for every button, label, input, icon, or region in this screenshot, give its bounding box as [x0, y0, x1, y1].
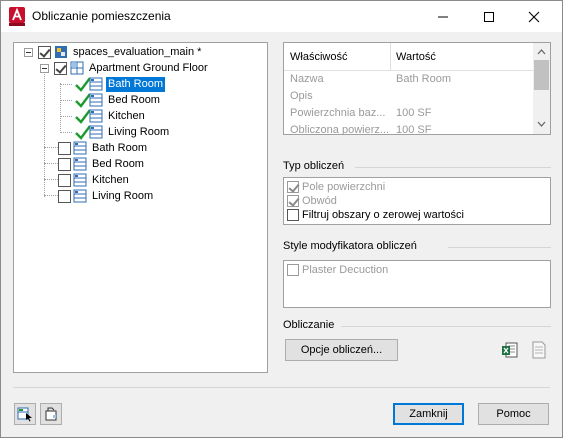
property-grid[interactable]: Właściwość Wartość Nazwa Bath Room Opis …	[283, 42, 551, 135]
property-name: Powierzchnia baz...	[290, 107, 386, 119]
close-dialog-button[interactable]: Zamknij	[393, 403, 464, 425]
copy-report-button[interactable]	[528, 339, 550, 361]
room-checkbox[interactable]	[58, 141, 71, 155]
property-name: Nazwa	[290, 73, 324, 85]
area-label: Pole powierzchni	[302, 181, 386, 193]
select-objects-icon	[17, 407, 32, 422]
space-evaluation-icon	[55, 46, 67, 58]
property-value: 100 SF	[396, 124, 432, 134]
room-label: Kitchen	[108, 109, 145, 122]
plaster-deduction-checkbox[interactable]	[287, 264, 299, 276]
floor-plan-icon	[70, 61, 84, 75]
property-value: 100 SF	[396, 107, 432, 119]
property-grid-scrollbar[interactable]	[533, 43, 550, 134]
floor-checkbox[interactable]	[54, 61, 67, 75]
property-row[interactable]: Opis	[284, 88, 535, 105]
close-icon	[528, 11, 540, 22]
document-icon	[532, 341, 546, 359]
calculation-options-button[interactable]: Opcje obliczeń...	[285, 339, 398, 361]
space-view-icon	[45, 407, 57, 421]
modifier-option: Plaster Decuction	[287, 263, 388, 277]
perimeter-label: Obwód	[302, 195, 337, 207]
room-icon	[89, 125, 103, 139]
window-title: Obliczanie pomieszczenia	[32, 9, 171, 23]
close-button[interactable]	[511, 1, 557, 32]
room-label: Bath Room	[106, 76, 166, 92]
property-row[interactable]: Obliczona powierz... 100 SF	[284, 122, 535, 134]
property-value: Bath Room	[396, 73, 452, 85]
calc-type-group-label: Typ obliczeń	[283, 160, 345, 172]
collapse-toggle[interactable]	[24, 47, 33, 57]
room-icon	[89, 109, 103, 123]
tree-node-room[interactable]: Kitchen	[74, 108, 147, 124]
filter-zero-label: Filtruj obszary o zerowej wartości	[302, 209, 464, 221]
tree-node-room[interactable]: Bath Room	[58, 140, 149, 156]
space-tree[interactable]: spaces_evaluation_main * Apartment Groun…	[13, 42, 268, 373]
column-header-property[interactable]: Właściwość	[290, 51, 347, 63]
room-icon	[73, 173, 87, 187]
tree-root-label: spaces_evaluation_main *	[73, 45, 202, 58]
excel-export-icon	[502, 342, 518, 358]
select-space-button[interactable]	[14, 403, 36, 425]
refresh-view-button[interactable]	[40, 403, 62, 425]
room-icon	[73, 141, 87, 155]
scroll-up-icon[interactable]	[533, 45, 550, 59]
room-label: Living Room	[92, 189, 154, 202]
collapse-toggle[interactable]	[40, 63, 49, 73]
property-name: Obliczona powierz...	[290, 124, 388, 134]
property-row[interactable]: Powierzchnia baz... 100 SF	[284, 105, 535, 122]
modifier-styles-list: Plaster Decuction	[283, 260, 551, 308]
room-icon	[89, 93, 103, 107]
perimeter-checkbox[interactable]	[287, 195, 299, 207]
room-label: Bed Room	[92, 157, 144, 170]
root-checkbox[interactable]	[38, 45, 51, 59]
tree-node-root[interactable]: spaces_evaluation_main *	[24, 44, 203, 60]
title-bar: Obliczanie pomieszczenia	[1, 1, 562, 32]
calc-option-area: Pole powierzchni	[287, 180, 385, 194]
room-checkbox[interactable]	[58, 157, 71, 171]
calc-option-filter-zero[interactable]: Filtruj obszary o zerowej wartości	[287, 208, 464, 222]
tree-node-room[interactable]: Kitchen	[58, 172, 131, 188]
autocad-app-icon	[9, 7, 25, 26]
property-row[interactable]: Nazwa Bath Room	[284, 71, 535, 88]
filter-zero-checkbox[interactable]	[287, 209, 299, 221]
room-label: Bed Room	[108, 93, 160, 106]
calc-option-perimeter: Obwód	[287, 194, 337, 208]
calc-type-list: Pole powierzchni Obwód Filtruj obszary o…	[283, 177, 551, 225]
room-icon	[73, 189, 87, 203]
property-grid-header: Właściwość Wartość	[284, 43, 535, 71]
tree-floor-label: Apartment Ground Floor	[89, 61, 208, 74]
modifier-styles-group-label: Style modyfikatora obliczeń	[283, 240, 417, 252]
column-header-value[interactable]: Wartość	[396, 51, 436, 63]
scroll-down-icon[interactable]	[533, 117, 550, 131]
tree-node-room[interactable]: Living Room	[58, 188, 155, 204]
scrollbar-thumb[interactable]	[534, 60, 549, 90]
minimize-button[interactable]	[420, 1, 466, 32]
tree-node-room[interactable]: Living Room	[74, 124, 171, 140]
area-checkbox[interactable]	[287, 181, 299, 193]
room-label: Bath Room	[92, 141, 148, 154]
tree-node-room[interactable]: Bed Room	[74, 92, 162, 108]
room-icon	[73, 157, 87, 171]
room-checkbox[interactable]	[58, 189, 71, 203]
room-icon	[89, 77, 103, 91]
minimize-icon	[438, 16, 448, 17]
tree-node-room[interactable]: Bed Room	[58, 156, 146, 172]
maximize-icon	[484, 11, 494, 22]
property-name: Opis	[290, 90, 313, 102]
help-button[interactable]: Pomoc	[478, 403, 549, 425]
tree-node-floor[interactable]: Apartment Ground Floor	[40, 60, 210, 76]
room-checkbox[interactable]	[58, 173, 71, 187]
maximize-button[interactable]	[466, 1, 512, 32]
export-excel-button[interactable]	[499, 339, 521, 361]
room-label: Living Room	[108, 125, 170, 138]
dialog-window: Obliczanie pomieszczenia spaces_evaluati…	[0, 0, 563, 438]
room-label: Kitchen	[92, 173, 129, 186]
plaster-deduction-label: Plaster Decuction	[302, 264, 389, 276]
tree-node-room[interactable]: Bath Room	[74, 76, 166, 92]
calculation-group-label: Obliczanie	[283, 319, 335, 331]
